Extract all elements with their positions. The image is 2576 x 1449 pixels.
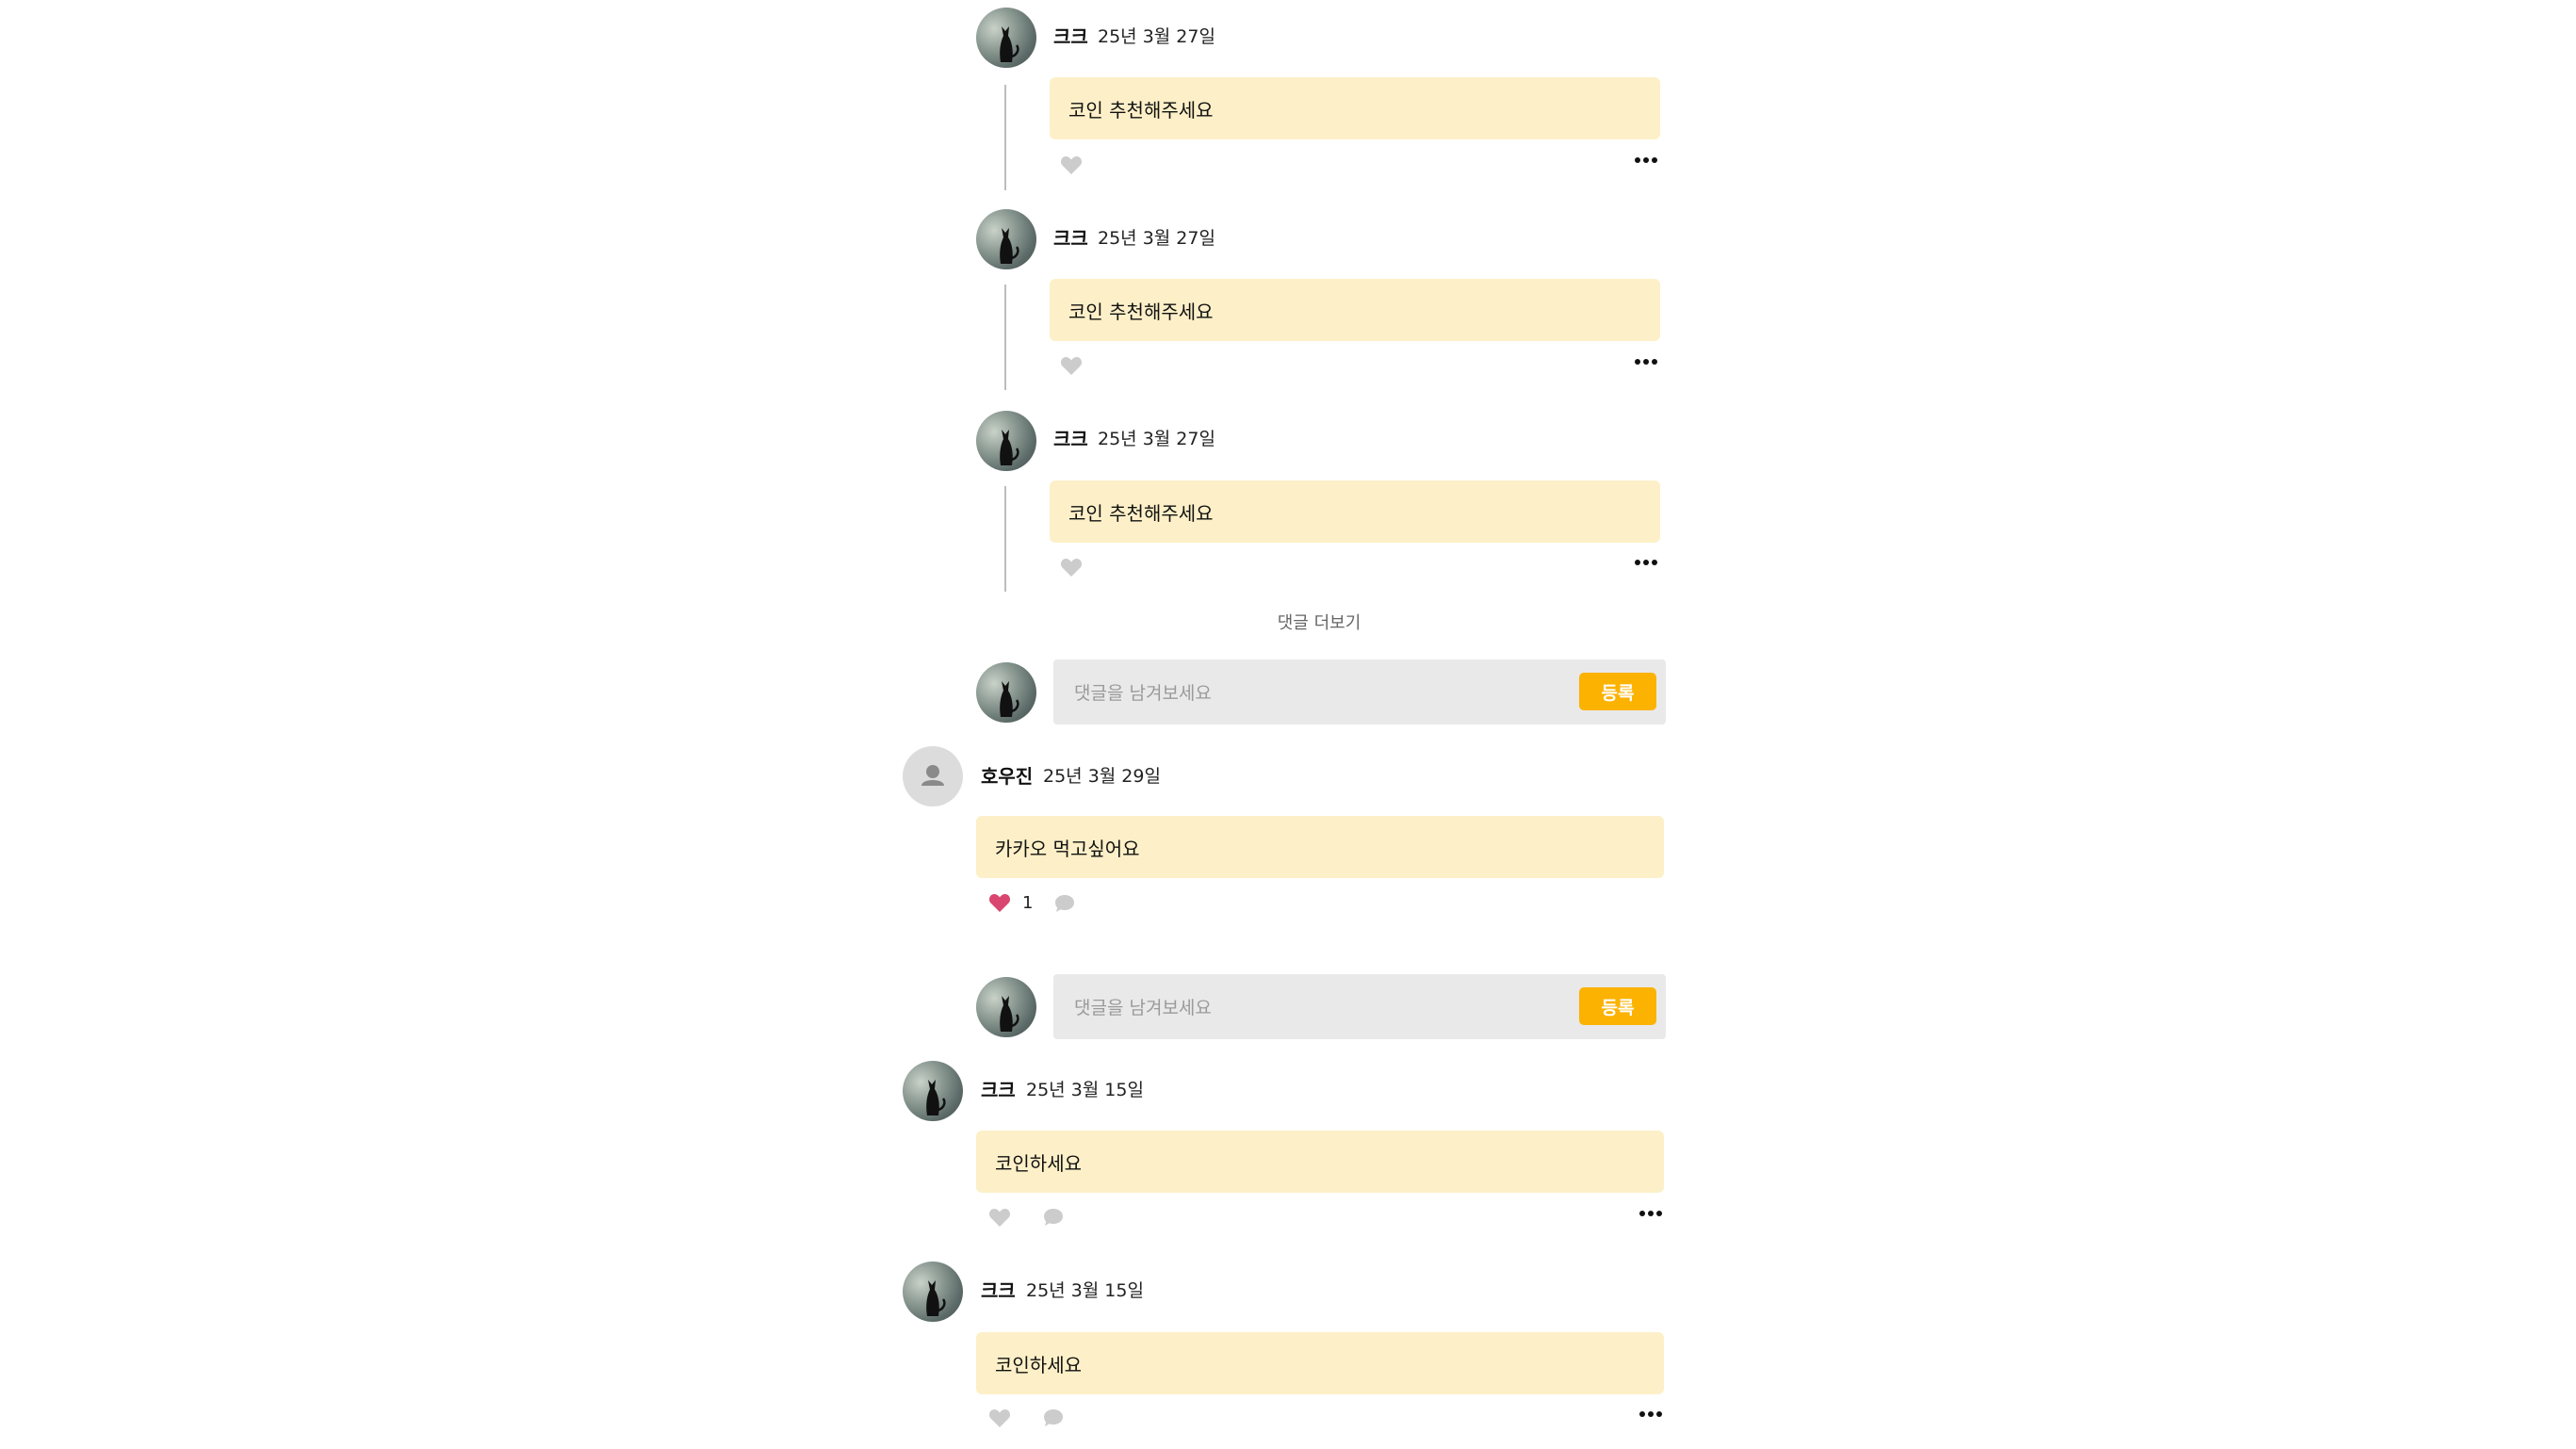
like-count: 1 bbox=[1022, 893, 1034, 913]
black-cat-icon bbox=[1000, 681, 1019, 717]
comment-text: 코인 추천해주세요 bbox=[1068, 300, 1214, 323]
user-avatar[interactable] bbox=[903, 746, 963, 806]
user-avatar[interactable] bbox=[976, 209, 1036, 269]
author-name[interactable]: 크크 bbox=[981, 1078, 1016, 1102]
comment-text: 코인 추천해주세요 bbox=[1068, 501, 1214, 525]
comment-bubble: 코인 추천해주세요 bbox=[1050, 279, 1660, 341]
black-cat-icon bbox=[1000, 996, 1019, 1032]
comment-text: 카카오 먹고싶어요 bbox=[995, 837, 1140, 860]
black-cat-icon bbox=[1000, 26, 1019, 62]
comment-text: 코인하세요 bbox=[995, 1353, 1082, 1376]
comment-icon[interactable] bbox=[1053, 893, 1076, 914]
submit-button[interactable]: 등록 bbox=[1579, 987, 1656, 1025]
comment-bubble: 코인 추천해주세요 bbox=[1050, 77, 1660, 139]
more-options-icon[interactable] bbox=[1639, 1210, 1663, 1217]
submit-button[interactable]: 등록 bbox=[1579, 673, 1656, 710]
heart-icon[interactable] bbox=[1060, 155, 1083, 175]
heart-icon-liked[interactable] bbox=[988, 892, 1011, 913]
heart-icon[interactable] bbox=[988, 1207, 1011, 1228]
more-options-icon[interactable] bbox=[1639, 1410, 1663, 1418]
comment-bubble: 코인하세요 bbox=[976, 1131, 1664, 1193]
thread-line bbox=[1004, 486, 1006, 592]
heart-icon[interactable] bbox=[1060, 355, 1083, 376]
black-cat-icon bbox=[1000, 228, 1019, 264]
author-name[interactable]: 크크 bbox=[981, 1278, 1016, 1303]
black-cat-icon bbox=[926, 1080, 946, 1115]
comment-date: 25년 3월 15일 bbox=[1026, 1080, 1144, 1100]
comment-icon[interactable] bbox=[1042, 1207, 1065, 1228]
more-options-icon[interactable] bbox=[1634, 559, 1658, 566]
comment-input-box: 등록 bbox=[1053, 659, 1666, 726]
more-options-icon[interactable] bbox=[1634, 156, 1658, 164]
user-avatar[interactable] bbox=[903, 1262, 963, 1322]
black-cat-icon bbox=[926, 1280, 946, 1316]
author-name[interactable]: 호우진 bbox=[981, 764, 1033, 789]
user-avatar[interactable] bbox=[976, 411, 1036, 471]
heart-icon[interactable] bbox=[1060, 557, 1083, 578]
black-cat-icon bbox=[1000, 430, 1019, 465]
comment-input[interactable] bbox=[1072, 974, 1547, 1041]
comment-icon[interactable] bbox=[1042, 1408, 1065, 1428]
default-user-icon bbox=[921, 765, 944, 786]
heart-icon[interactable] bbox=[988, 1408, 1011, 1428]
more-options-icon[interactable] bbox=[1634, 358, 1658, 366]
comment-text: 코인하세요 bbox=[995, 1151, 1082, 1175]
comment-bubble: 카카오 먹고싶어요 bbox=[976, 816, 1664, 878]
comment-text: 코인 추천해주세요 bbox=[1068, 98, 1214, 122]
comment-input[interactable] bbox=[1072, 659, 1547, 726]
more-comments-link[interactable]: 댓글 더보기 bbox=[1225, 612, 1413, 635]
comment-date: 25년 3월 27일 bbox=[1098, 26, 1215, 47]
comment-date: 25년 3월 15일 bbox=[1026, 1280, 1144, 1301]
comment-input-box: 등록 bbox=[1053, 974, 1666, 1041]
comment-date: 25년 3월 27일 bbox=[1098, 429, 1215, 449]
user-avatar[interactable] bbox=[903, 1061, 963, 1121]
comment-bubble: 코인하세요 bbox=[976, 1332, 1664, 1394]
thread-line bbox=[1004, 285, 1006, 390]
comment-date: 25년 3월 29일 bbox=[1043, 766, 1161, 787]
current-user-avatar bbox=[976, 977, 1036, 1037]
author-name[interactable]: 크크 bbox=[1053, 427, 1088, 451]
author-name[interactable]: 크크 bbox=[1053, 226, 1088, 251]
author-name[interactable]: 크크 bbox=[1053, 24, 1088, 49]
comment-bubble: 코인 추천해주세요 bbox=[1050, 480, 1660, 543]
comment-date: 25년 3월 27일 bbox=[1098, 228, 1215, 249]
current-user-avatar bbox=[976, 662, 1036, 723]
user-avatar[interactable] bbox=[976, 8, 1036, 68]
thread-line bbox=[1004, 85, 1006, 190]
